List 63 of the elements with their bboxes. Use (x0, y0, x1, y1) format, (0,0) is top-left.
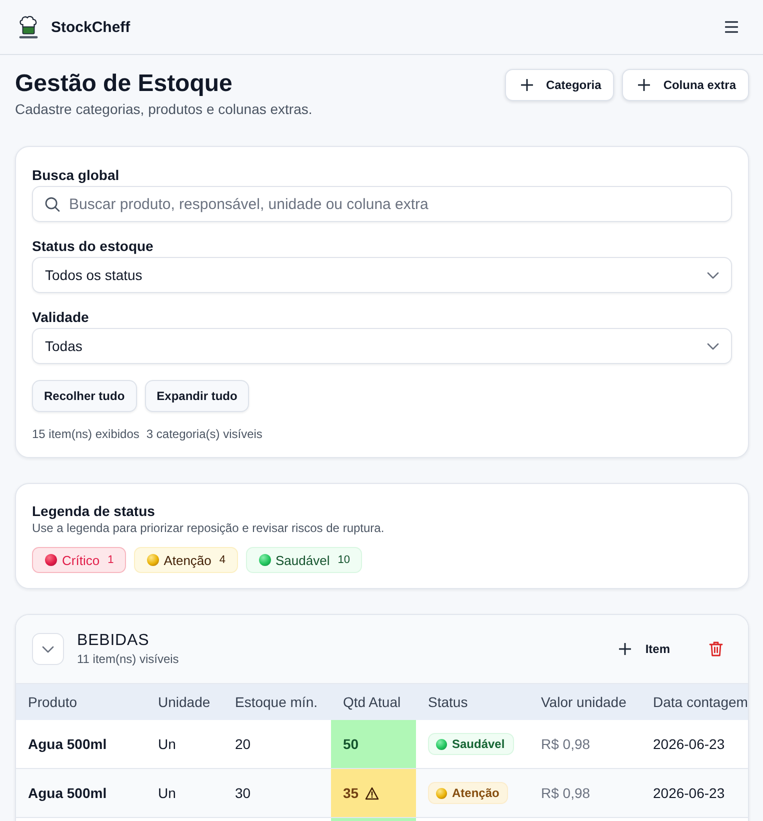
brand-name: StockCheff (51, 18, 130, 36)
unit-cell-text: Un (157, 784, 177, 803)
status-dot-icon (146, 554, 159, 566)
search-icon (45, 197, 60, 212)
legend-description: Use a legenda para priorizar reposição e revisar riscos de ruptura. (32, 520, 386, 536)
search-field[interactable]: Buscar produto, responsável, unidade ou coluna extra (32, 186, 732, 222)
status-dot-icon (436, 738, 447, 750)
plus-icon (638, 79, 650, 91)
product-cell-text: Agua 500ml (27, 784, 108, 803)
count-date-cell-text: 2026-06-23 (652, 784, 726, 803)
select-field[interactable]: Todos os status (32, 257, 732, 293)
unit-value-cell-text: R$ 0,98 (540, 784, 592, 803)
category-count: 11 item(ns) visíveis (77, 651, 179, 667)
chevron-down-icon (707, 342, 719, 350)
plus-icon (520, 79, 533, 91)
field-label: Validade (32, 308, 90, 326)
status-badge: Saudável (428, 733, 514, 755)
page-subtitle: Cadastre categorias, produtos e colunas extras. (15, 100, 312, 118)
column-header: Unidade (146, 684, 223, 720)
field-label: Busca global (32, 166, 120, 184)
min-stock-cell-text: 30 (234, 784, 252, 803)
expand-all-button[interactable]: Expandir tudo (144, 380, 250, 412)
summary-text: 3 categoria(s) visíveis (146, 426, 262, 442)
status-dot-icon (436, 788, 447, 798)
column-header: Qtd Atual (331, 684, 416, 720)
add-item-button[interactable]: Item (619, 642, 670, 656)
summary-text: 15 item(ns) exibidos (32, 426, 140, 442)
column-header: Data contagem (641, 684, 748, 720)
product-cell-text: Agua 500ml (27, 735, 108, 754)
chip-count: 10 (338, 554, 350, 566)
column-header: Estoque mín. (223, 684, 331, 720)
page-title: Gestão de Estoque (15, 69, 234, 99)
warning-icon (364, 786, 379, 800)
trash-icon[interactable] (709, 641, 723, 657)
status-dot-icon (45, 554, 57, 566)
chip-label: Atenção (164, 552, 212, 568)
menu-icon[interactable] (725, 21, 738, 33)
chevron-down-icon (42, 646, 54, 652)
chip-label: Crítico (62, 552, 100, 568)
collapse-all-button[interactable]: Recolher tudo (32, 380, 137, 412)
column-header: Valor unidade (529, 684, 641, 720)
count-date-cell-text: 2026-06-23 (652, 735, 726, 754)
unit-value-cell-text: R$ 0,98 (540, 735, 592, 754)
field-label: Status do estoque (32, 237, 154, 255)
add-category-button[interactable]: Categoria (504, 69, 614, 101)
quantity-cell: 50 (331, 720, 416, 768)
chip-label: Saudável (276, 552, 330, 568)
category-name: BEBIDAS (77, 631, 150, 651)
plus-icon (619, 643, 632, 655)
min-stock-cell-text: 20 (234, 735, 252, 754)
unit-cell-text: Un (157, 735, 177, 754)
column-header: Status (416, 684, 529, 720)
chip-count: 1 (108, 554, 114, 566)
column-header: Produto (16, 684, 146, 720)
status-badge: Atenção (428, 782, 508, 804)
chip-count: 4 (219, 554, 226, 566)
legend-title: Legenda de status (32, 502, 156, 520)
chevron-down-icon (707, 272, 719, 278)
select-field[interactable]: Todas (32, 328, 732, 364)
quantity-cell: 35 (331, 769, 416, 817)
add-column-button[interactable]: Coluna extra (622, 69, 749, 101)
status-dot-icon (258, 554, 271, 566)
chef-hat-logo-icon (17, 16, 40, 38)
